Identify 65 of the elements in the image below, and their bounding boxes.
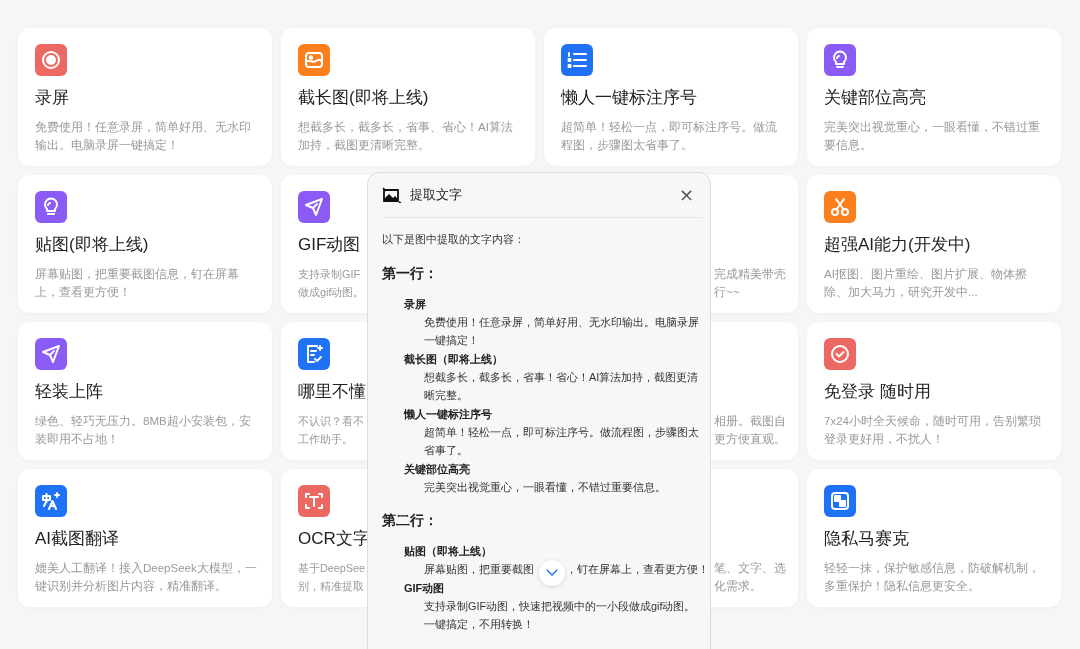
card-title: 免登录 随时用 <box>824 381 931 403</box>
card-title: AI截图翻译 <box>35 528 120 550</box>
item-title: 截长图（即将上线） <box>404 352 503 367</box>
item-title: GIF动图 <box>404 581 445 596</box>
card-title: 录屏 <box>35 87 69 109</box>
card-description: 行~~ <box>714 285 740 300</box>
item-title: 懒人一键标注序号 <box>404 407 492 422</box>
card-title: GIF动图 <box>298 234 361 256</box>
card-description: 相册。截图自 <box>714 414 786 429</box>
screenshot-icon <box>382 187 402 203</box>
intro-text: 以下是图中提取的文字内容： <box>382 232 526 247</box>
card-description: 化需求。 <box>714 579 762 594</box>
card-description: 更方便直观。 <box>714 432 786 447</box>
feature-card[interactable]: 懒人一键标注序号 超简单！轻松一点，即可标注序号。做流程图，步骤图太省事了。 <box>544 28 798 166</box>
dialog-title: 提取文字 <box>410 186 463 204</box>
card-description: 免费使用！任意录屏，简单好用、无水印输出。电脑录屏一键搞定！ <box>35 120 252 153</box>
item-text: 免费使用！任意录屏，简单好用、无水印输出。电脑录屏一键搞定！ <box>423 315 700 348</box>
card-title: 轻装上阵 <box>35 381 103 403</box>
item-text: 超简单！轻松一点，即可标注序号。做流程图，步骤图太省事了。 <box>423 425 700 458</box>
feature-card[interactable]: 录屏 免费使用！任意录屏，简单好用、无水印输出。电脑录屏一键搞定！ <box>18 28 272 166</box>
card-description: 7x24小时全天候命，随时可用，告别繁琐登录更好用，不扰人！ <box>824 414 1042 447</box>
feature-card[interactable]: 贴图(即将上线) 屏幕贴图，把重要截图信息，钉在屏幕上，查看更方便！ <box>18 175 272 313</box>
feature-card[interactable]: 轻装上阵 绿色、轻巧无压力。8MB超小安装包，安装即用不占地！ <box>18 322 272 460</box>
card-description: 支持录制GIF <box>298 267 360 282</box>
item-text: 支持录制GIF动图，快速把视频中的一小段做成gif动图。一键搞定，不用转换！ <box>423 599 697 632</box>
chevron-down-icon <box>546 569 558 577</box>
item-text: ，钉在屏幕上，查看更方便！ <box>566 562 709 577</box>
card-description: 完美突出视觉重心，一眼看懂，不错过重要信息。 <box>824 120 1041 153</box>
item-text: 完美突出视觉重心，一眼看懂，不错过重要信息。 <box>423 480 667 495</box>
feature-card[interactable]: 隐私马赛克 轻轻一抹，保护敏感信息，防破解机制，多重保护！隐私信息更安全。 <box>807 469 1061 607</box>
item-title: 录屏 <box>404 297 426 312</box>
feature-card[interactable]: 免登录 随时用 7x24小时全天候命，随时可用，告别繁琐登录更好用，不扰人！ <box>807 322 1061 460</box>
feature-card[interactable]: 关键部位高亮 完美突出视觉重心，一眼看懂，不错过重要信息。 <box>807 28 1061 166</box>
card-title: 关键部位高亮 <box>824 87 926 109</box>
section-heading: 第一行： <box>382 264 439 283</box>
card-title: 超强AI能力(开发中) <box>824 234 971 256</box>
card-title: 截长图(即将上线) <box>298 87 429 109</box>
card-description: 笔、文字、选 <box>714 561 786 576</box>
section-heading: 第二行： <box>382 511 439 530</box>
feature-card[interactable]: AI截图翻译 媲美人工翻译！接入DeepSeek大模型，一键识别并分析图片内容，精准翻译。 <box>18 469 272 607</box>
item-text: 想截多长，截多长，省事！省心！AI算法加持，截图更清晰完整。 <box>423 370 700 403</box>
card-description: 媲美人工翻译！接入DeepSeek大模型，一键识别并分析图片内容，精准翻译。 <box>35 561 258 594</box>
feature-card[interactable]: 超强AI能力(开发中) AI抠图、图片重绘、图片扩展、物体擦除、加大马力，研究开发中... <box>807 175 1061 313</box>
feature-card[interactable]: 截长图(即将上线) 想截多长，截多长，省事、省心！AI算法加持，截图更清晰完整。 <box>281 28 535 166</box>
card-title: 隐私马赛克 <box>824 528 909 550</box>
item-text: 屏幕贴图，把重要截图 <box>424 562 534 577</box>
card-title: 贴图(即将上线) <box>35 234 149 256</box>
card-description: 超简单！轻松一点，即可标注序号。做流程图，步骤图太省事了。 <box>561 120 778 153</box>
card-title: 懒人一键标注序号 <box>561 87 697 109</box>
card-description: 绿色、轻巧无压力。8MB超小安装包，安装即用不占地！ <box>35 414 252 447</box>
scroll-down-button[interactable] <box>539 560 565 586</box>
card-description: 做成gif动图。 <box>298 285 365 300</box>
item-title: 贴图（即将上线） <box>404 544 492 559</box>
card-description: 不认识？看不 <box>298 414 364 429</box>
card-description: AI抠图、图片重绘、图片扩展、物体擦除、加大马力，研究开发中... <box>824 267 1028 300</box>
card-description: 工作助手。 <box>298 432 353 447</box>
item-title: 关键部位高亮 <box>404 462 470 477</box>
card-description: 基于DeepSee <box>298 561 366 576</box>
card-description: 完成精美带壳 <box>714 267 786 282</box>
card-description: 想截多长，截多长，省事、省心！AI算法加持，截图更清晰完整。 <box>298 120 514 153</box>
card-title: 哪里不懂 <box>298 381 366 403</box>
card-description: 屏幕贴图，把重要截图信息，钉在屏幕上，查看更方便！ <box>35 267 240 300</box>
close-button[interactable]: × <box>670 185 702 205</box>
card-description: 别，精准提取 <box>298 579 364 594</box>
card-description: 轻轻一抹，保护敏感信息，防破解机制，多重保护！隐私信息更安全。 <box>824 561 1041 594</box>
